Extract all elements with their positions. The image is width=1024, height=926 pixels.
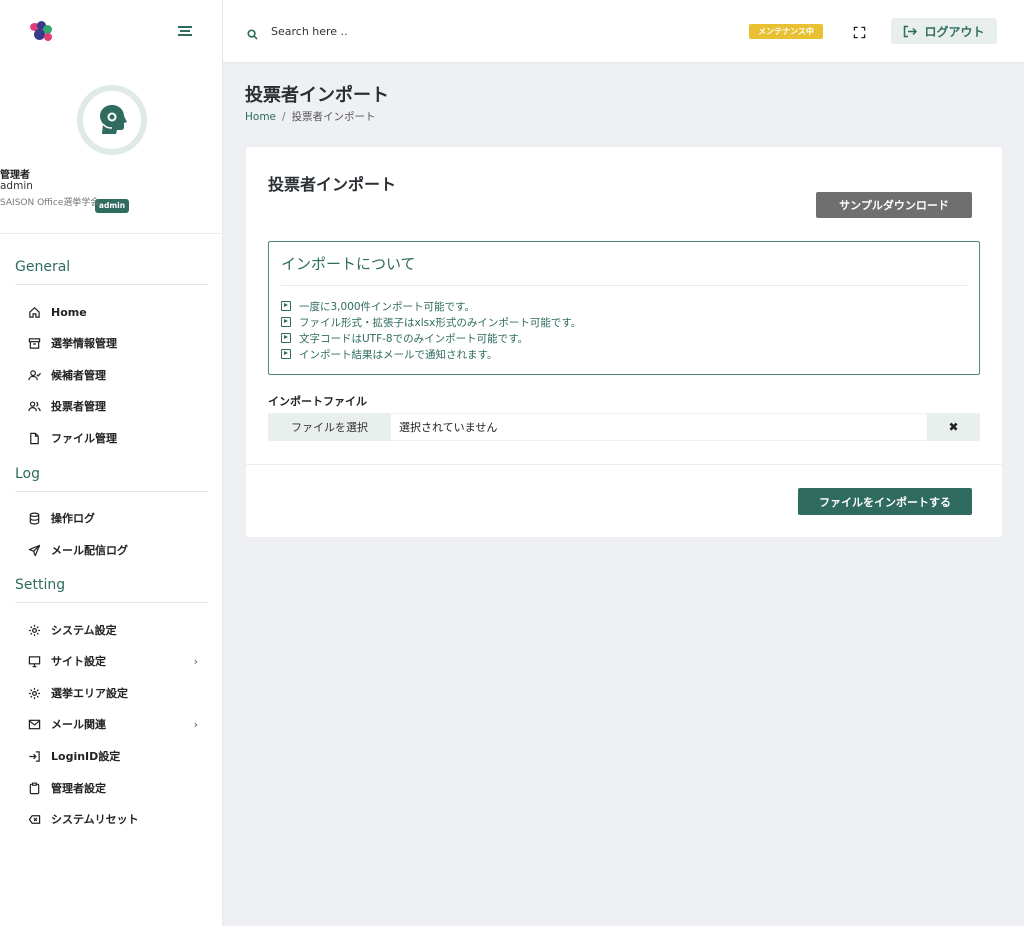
info-list: 一度に3,000件インポート可能です。 ファイル形式・拡張子はxlsx形式のみイ… <box>281 298 581 362</box>
sample-download-button[interactable]: サンプルダウンロード <box>816 192 972 218</box>
chevron-right-icon: › <box>193 654 198 668</box>
sidebar-item-label: メール関連 <box>51 718 106 731</box>
section-title-setting: Setting <box>15 577 66 593</box>
sidebar-header <box>0 0 222 62</box>
logout-icon <box>904 25 918 37</box>
users-icon <box>27 399 41 413</box>
database-icon <box>27 511 41 525</box>
logout-button[interactable]: ログアウト <box>891 18 997 44</box>
sidebar-item-label: システムリセット <box>51 813 139 826</box>
sidebar-item-admin-settings[interactable]: 管理者設定 <box>27 778 202 798</box>
sidebar-item-label: ファイル管理 <box>51 432 117 445</box>
import-info-box: インポートについて 一度に3,000件インポート可能です。 ファイル形式・拡張子… <box>268 241 980 375</box>
sidebar-item-files[interactable]: ファイル管理 <box>27 428 202 448</box>
profile-login-id: admin <box>0 180 33 192</box>
sidebar-item-mail-related[interactable]: メール関連 › <box>27 714 202 734</box>
section-divider <box>15 491 208 492</box>
play-square-icon <box>281 349 291 359</box>
sidebar-item-label: 管理者設定 <box>51 782 106 795</box>
play-square-icon <box>281 333 291 343</box>
login-icon <box>27 749 41 763</box>
selected-file-name[interactable]: 選択されていません <box>391 413 927 441</box>
section-divider <box>15 284 208 285</box>
sidebar-item-voters[interactable]: 投票者管理 <box>27 396 202 416</box>
menu-toggle-icon[interactable] <box>178 26 192 36</box>
play-square-icon <box>281 317 291 327</box>
sidebar-item-label: メール配信ログ <box>51 544 128 557</box>
user-check-icon <box>27 368 41 382</box>
topbar: メンテナンス中 ログアウト <box>223 0 1024 62</box>
page-title: 投票者インポート <box>245 85 389 106</box>
profile-organization: SAISON Office選挙学会 <box>0 198 100 208</box>
sidebar-item-mail-log[interactable]: メール配信ログ <box>27 540 202 560</box>
clear-file-button[interactable]: ✖ <box>927 413 980 441</box>
monitor-icon <box>27 654 41 668</box>
send-icon <box>27 543 41 557</box>
list-item: ファイル形式・拡張子はxlsx形式のみインポート可能です。 <box>281 314 581 330</box>
avatar <box>77 85 147 155</box>
sidebar-item-label: Home <box>51 305 87 319</box>
sidebar: admin 管理者 admin SAISON Office選挙学会 Genera… <box>0 0 223 926</box>
clipboard-icon <box>27 781 41 795</box>
support-agent-icon <box>100 105 127 134</box>
fullscreen-icon[interactable] <box>853 24 867 39</box>
breadcrumb: Home / 投票者インポート <box>245 109 376 124</box>
file-field-label: インポートファイル <box>268 395 367 408</box>
profile-panel: admin <box>0 62 222 234</box>
info-title: インポートについて <box>281 255 416 273</box>
sidebar-item-label: システム設定 <box>51 624 117 637</box>
section-title-general: General <box>15 259 71 275</box>
card-title: 投票者インポート <box>268 175 397 194</box>
sidebar-item-operation-log[interactable]: 操作ログ <box>27 508 202 528</box>
profile-name: 管理者 <box>0 170 30 181</box>
sidebar-item-site-settings[interactable]: サイト設定 › <box>27 651 202 671</box>
section-title-log: Log <box>15 466 41 482</box>
list-item: 一度に3,000件インポート可能です。 <box>281 298 581 314</box>
maintenance-badge: メンテナンス中 <box>749 24 823 39</box>
archive-icon <box>27 336 41 350</box>
mail-icon <box>27 717 41 731</box>
file-input-group: ファイルを選択 選択されていません ✖ <box>268 413 980 441</box>
gear-icon <box>27 623 41 637</box>
sidebar-item-system-reset[interactable]: システムリセット <box>27 809 202 829</box>
import-card: 投票者インポート サンプルダウンロード インポートについて 一度に3,000件イ… <box>246 147 1002 537</box>
sidebar-item-label: 選挙情報管理 <box>51 337 117 350</box>
sidebar-item-system-settings[interactable]: システム設定 <box>27 620 202 640</box>
breadcrumb-current: 投票者インポート <box>291 111 376 123</box>
chevron-right-icon: › <box>193 717 198 731</box>
list-item: 文字コードはUTF-8でのみインポート可能です。 <box>281 330 581 346</box>
list-item: インポート結果はメールで通知されます。 <box>281 346 581 362</box>
sidebar-item-candidates[interactable]: 候補者管理 <box>27 365 202 385</box>
home-icon <box>27 305 41 319</box>
sidebar-item-label: 操作ログ <box>51 512 95 525</box>
section-divider <box>15 602 208 603</box>
card-divider <box>246 464 1002 465</box>
sidebar-item-label: 投票者管理 <box>51 400 106 413</box>
sidebar-item-home[interactable]: Home <box>27 302 202 322</box>
breadcrumb-home-link[interactable]: Home <box>245 111 276 123</box>
search-icon <box>247 25 258 44</box>
sidebar-item-label: LoginID設定 <box>51 750 121 763</box>
gear-icon <box>27 686 41 700</box>
sidebar-item-loginid-settings[interactable]: LoginID設定 <box>27 746 202 766</box>
sidebar-item-label: 選挙エリア設定 <box>51 687 128 700</box>
backspace-icon <box>27 812 41 826</box>
logo[interactable] <box>30 21 56 43</box>
search-input[interactable] <box>271 22 471 40</box>
import-file-button[interactable]: ファイルをインポートする <box>798 488 972 515</box>
breadcrumb-separator: / <box>282 111 286 123</box>
play-square-icon <box>281 301 291 311</box>
choose-file-button[interactable]: ファイルを選択 <box>268 413 391 441</box>
sidebar-item-election-info[interactable]: 選挙情報管理 <box>27 333 202 353</box>
sidebar-item-election-area-settings[interactable]: 選挙エリア設定 <box>27 683 202 703</box>
file-icon <box>27 431 41 445</box>
logout-label: ログアウト <box>924 24 985 39</box>
sidebar-item-label: 候補者管理 <box>51 369 106 382</box>
sidebar-item-label: サイト設定 <box>51 655 106 668</box>
info-divider <box>281 285 967 286</box>
